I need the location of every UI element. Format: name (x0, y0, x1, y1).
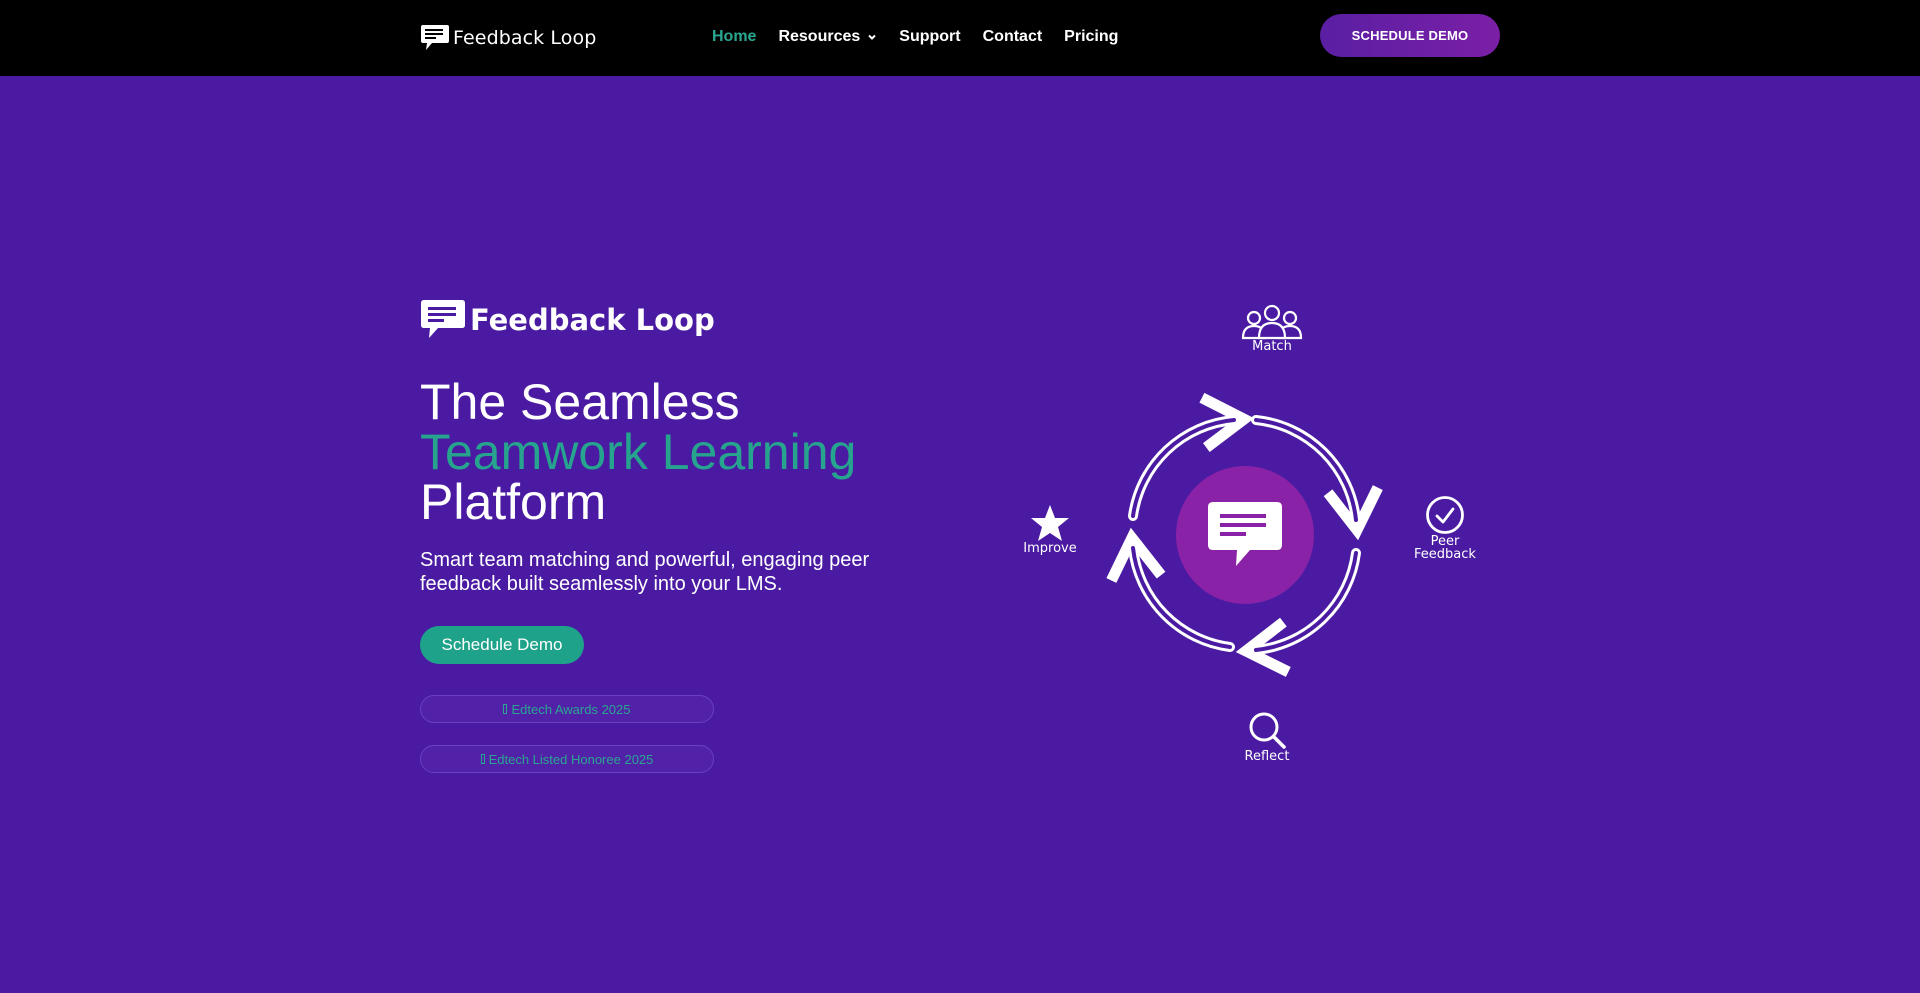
magnifier-icon (1249, 712, 1286, 749)
diagram-node-match: Match (1225, 304, 1319, 353)
nav-pricing-label: Pricing (1064, 28, 1119, 45)
reflect-label: Reflect (1244, 749, 1290, 764)
improve-label: Improve (1023, 541, 1077, 556)
chevron-down-icon (868, 34, 876, 40)
header-logo[interactable]: Feedback Loop (420, 24, 596, 52)
award-badge-label: Edtech Awards 2025 (511, 701, 631, 717)
chat-logo-icon (421, 300, 465, 338)
diagram-node-improve: Improve (1006, 504, 1094, 555)
check-circle-icon (1426, 496, 1464, 534)
award-glyph-icon (480, 754, 485, 764)
chat-logo-icon (421, 25, 449, 50)
award-badge-label: Edtech Listed Honoree 2025 (488, 751, 654, 767)
top-navbar: Feedback Loop Home Resources Support Con… (0, 0, 1920, 76)
nav-support[interactable]: Support (899, 27, 960, 47)
nav-pricing[interactable]: Pricing (1064, 27, 1118, 47)
hero-headline: The Seamless Teamwork Learning Platform (420, 377, 940, 527)
hero-subtitle: Smart team matching and powerful, engagi… (420, 549, 870, 595)
headline-accent: Teamwork Learning (420, 424, 857, 480)
nav-home-label: Home (712, 28, 757, 45)
nav-support-label: Support (899, 28, 961, 45)
nav-contact[interactable]: Contact (983, 27, 1043, 47)
hero-schedule-demo-button[interactable]: Schedule Demo (420, 626, 584, 664)
award-glyph-icon (503, 704, 508, 714)
headline-line-1: The Seamless (420, 374, 740, 430)
hero-brand-name: Feedback Loop (470, 302, 715, 337)
match-label: Match (1252, 339, 1292, 354)
hero-logo: Feedback Loop (420, 299, 715, 340)
peer-feedback-label: Peer Feedback (1414, 534, 1476, 562)
nav-home[interactable]: Home (712, 27, 756, 47)
headline-line-3: Platform (420, 474, 607, 530)
award-badge[interactable]: Edtech Awards 2025 (420, 695, 714, 723)
people-group-icon (1241, 304, 1303, 340)
nav-resources[interactable]: Resources (778, 27, 877, 47)
main-nav: Home Resources Support Contact Pricing (712, 27, 1140, 47)
award-badge[interactable]: Edtech Listed Honoree 2025 (420, 745, 714, 773)
nav-resources-label: Resources (778, 28, 861, 45)
diagram-node-peer-feedback: Peer Feedback (1398, 495, 1492, 561)
nav-contact-label: Contact (982, 28, 1043, 45)
star-icon (1031, 505, 1069, 541)
diagram-node-reflect: Reflect (1220, 710, 1314, 763)
feedback-loop-diagram: Match Peer Feedback Improve Reflect (1000, 290, 1500, 780)
header-brand-name: Feedback Loop (453, 27, 597, 49)
header-schedule-demo-button[interactable]: SCHEDULE DEMO (1320, 14, 1500, 57)
